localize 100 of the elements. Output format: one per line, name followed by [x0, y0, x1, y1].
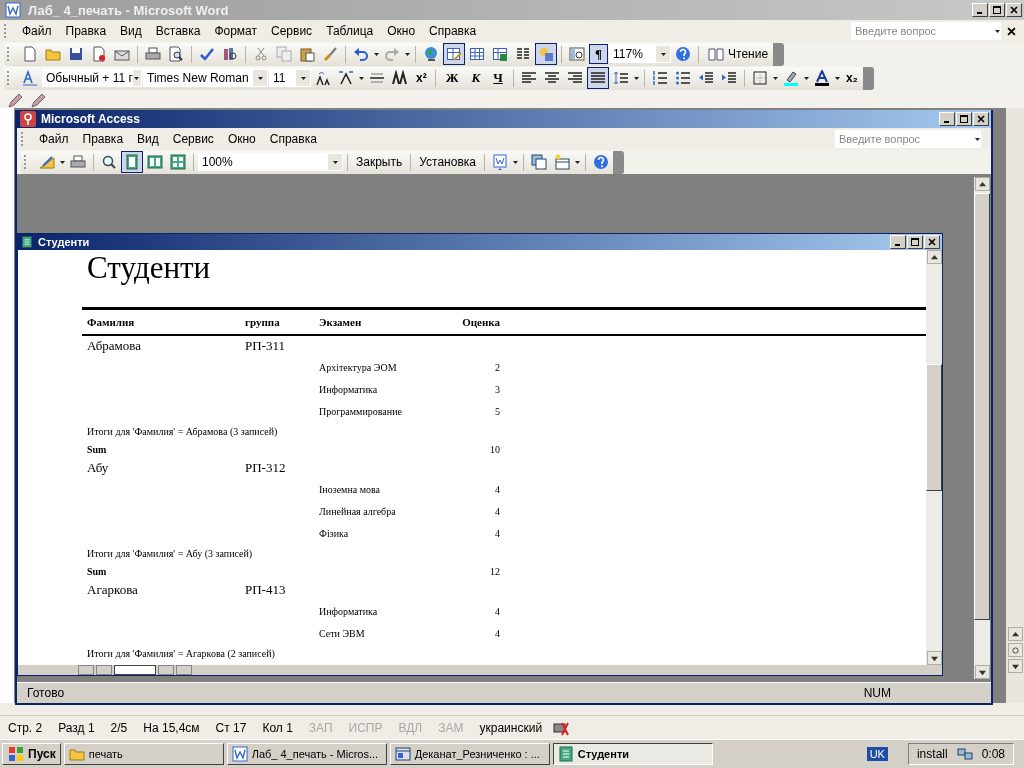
- table-cell-text: Информатика: [319, 383, 379, 395]
- menu-item[interactable]: Вид: [130, 130, 166, 148]
- start-button[interactable]: Пуск: [2, 743, 61, 765]
- menu-item[interactable]: Правка: [58, 22, 114, 40]
- close-icon: [928, 238, 936, 246]
- caret-icon[interactable]: [771, 74, 779, 82]
- toolbar-options-button[interactable]: [862, 66, 874, 90]
- report-title: Студенти: [87, 252, 212, 284]
- superscript-button[interactable]: x²: [412, 69, 431, 87]
- toolbar-button[interactable]: Установка: [415, 152, 480, 172]
- up-arrow-icon: [930, 253, 938, 261]
- menu-item[interactable]: Вид: [113, 22, 149, 40]
- help-search-field[interactable]: Введите вопрос: [851, 22, 1001, 40]
- maximize-icon: [960, 115, 968, 123]
- menu-item[interactable]: Сервис: [165, 130, 221, 148]
- status-item: ЗАМ: [437, 720, 465, 735]
- reading-button[interactable]: Чтение: [703, 42, 773, 66]
- caret-icon[interactable]: [373, 50, 380, 58]
- taskbar-button[interactable]: Студенти: [552, 743, 713, 765]
- column-header: группа: [245, 315, 281, 329]
- page-number-field[interactable]: [114, 665, 156, 675]
- caret-icon[interactable]: [833, 74, 841, 82]
- table-pencil-icon[interactable]: [443, 43, 465, 65]
- menu-item[interactable]: Файл: [32, 130, 76, 148]
- maximize-button[interactable]: [907, 235, 923, 249]
- scrollbar[interactable]: [974, 177, 990, 679]
- maximize-icon: [993, 6, 1001, 14]
- taskbar-button[interactable]: Лаб_ 4_печать - Micros...: [226, 743, 387, 765]
- status-item: украинский: [478, 720, 544, 735]
- menu-item[interactable]: Окно: [220, 130, 263, 148]
- close-button[interactable]: [1006, 3, 1022, 17]
- maximize-button[interactable]: [989, 3, 1005, 17]
- close-button[interactable]: [973, 112, 989, 126]
- zoom-field[interactable]: 117%: [609, 45, 672, 63]
- caret-icon[interactable]: [256, 74, 264, 82]
- taskbar-button[interactable]: Деканат_Резниченко : ...: [389, 743, 550, 765]
- minimize-button[interactable]: [972, 3, 988, 17]
- font-size-field[interactable]: 11: [269, 69, 311, 87]
- maximize-button[interactable]: [956, 112, 972, 126]
- caret-icon[interactable]: [133, 74, 141, 82]
- formatting-marks-button[interactable]: ¶: [589, 44, 609, 64]
- caret-icon[interactable]: [404, 50, 411, 58]
- status-item: ВДЛ: [397, 720, 424, 735]
- menu-item[interactable]: Справка: [422, 22, 484, 40]
- underline-button[interactable]: Ч: [487, 68, 509, 88]
- menu-item[interactable]: Вставка: [148, 22, 208, 40]
- table-cell-text: Программирование: [319, 405, 403, 417]
- taskbar-button[interactable]: печать: [63, 743, 224, 765]
- caret-icon[interactable]: [299, 74, 307, 82]
- sum-label: Sum: [87, 565, 108, 577]
- menu-item[interactable]: Формат: [207, 22, 265, 40]
- toolbar-button[interactable]: Закрыть: [352, 152, 407, 172]
- menu-item[interactable]: Справка: [262, 130, 324, 148]
- justify-icon[interactable]: [586, 67, 609, 89]
- caret-icon[interactable]: [59, 158, 66, 166]
- caret-icon[interactable]: [331, 158, 339, 166]
- close-icon: [1007, 27, 1016, 36]
- key-icon: [19, 110, 37, 128]
- menu-item[interactable]: Окно: [380, 22, 423, 40]
- close-icon: [1010, 6, 1018, 14]
- font-field[interactable]: Times New Roman: [143, 69, 268, 87]
- table-cell-text: Абу: [87, 460, 110, 476]
- menu-item[interactable]: Файл: [15, 22, 59, 40]
- multiple-pages-icon[interactable]: [167, 151, 189, 173]
- caret-icon[interactable]: [632, 74, 640, 82]
- style-field[interactable]: Обычный + 11 г: [42, 69, 142, 87]
- italic-button[interactable]: К: [465, 68, 487, 88]
- toolbar-options-button[interactable]: [773, 42, 785, 66]
- close-button[interactable]: [924, 235, 940, 249]
- caret-icon[interactable]: [511, 158, 519, 166]
- status-item: Кол 1: [261, 720, 294, 735]
- scrollbar[interactable]: [1006, 108, 1024, 703]
- status-item: Стр. 2: [7, 720, 44, 735]
- help-search-field[interactable]: Введите вопрос: [835, 130, 981, 148]
- caret-icon[interactable]: [974, 136, 981, 143]
- bold-button[interactable]: Ж: [439, 68, 465, 88]
- status-item: Разд 1: [57, 720, 96, 735]
- menu-item[interactable]: Таблица: [319, 22, 381, 40]
- zoom-field[interactable]: 100%: [198, 153, 343, 171]
- up-arrow-icon: [1011, 630, 1019, 638]
- shapes-icon[interactable]: [535, 43, 557, 65]
- table-cell-text: Сети ЭВМ: [319, 627, 366, 639]
- language-indicator[interactable]: UK: [866, 747, 888, 761]
- caret-icon[interactable]: [358, 74, 365, 82]
- toolbar-options-button[interactable]: [612, 150, 624, 174]
- minimize-button[interactable]: [939, 112, 955, 126]
- one-page-icon[interactable]: [121, 151, 143, 173]
- browse-button[interactable]: [1007, 627, 1023, 641]
- minimize-button[interactable]: [890, 235, 906, 249]
- menu-item[interactable]: Правка: [75, 130, 131, 148]
- scrollbar[interactable]: [926, 250, 942, 665]
- menu-item[interactable]: Сервис: [264, 22, 320, 40]
- caret-icon[interactable]: [573, 158, 581, 166]
- table-cell-text: 12: [489, 565, 500, 577]
- caret-icon[interactable]: [659, 50, 667, 58]
- subscript-button[interactable]: x₂: [841, 69, 862, 87]
- caret-icon[interactable]: [802, 74, 810, 82]
- window-title: Лаб_ 4_печать - Microsoft Word: [28, 2, 229, 18]
- caret-icon[interactable]: [994, 28, 1001, 35]
- browse-button[interactable]: [1007, 659, 1023, 673]
